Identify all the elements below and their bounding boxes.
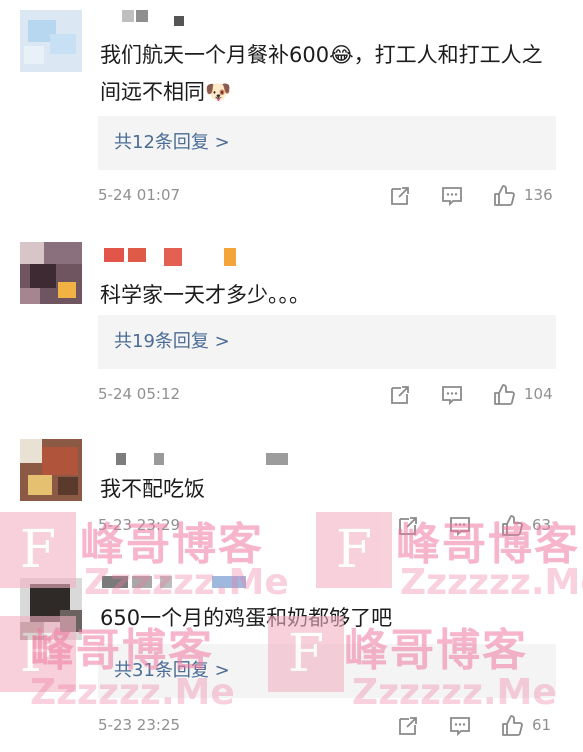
comment-meta: 5-23 23:25 61 — [98, 714, 558, 738]
comment-meta: 5-24 05:12 104 — [98, 383, 558, 407]
like-count: 61 — [532, 716, 552, 734]
share-icon[interactable] — [388, 184, 412, 208]
username-blurred[interactable] — [100, 453, 300, 473]
comment-item: 科学家一天才多少。。。 共19条回复 > 5-24 05:12 104 — [0, 230, 583, 430]
share-icon[interactable] — [396, 514, 420, 538]
comment-icon[interactable] — [440, 184, 464, 208]
comment-item: 我们航天一个月餐补600😂，打工人和打工人之间远不相同🐶 共12条回复 > 5-… — [0, 0, 583, 225]
comment-time: 5-23 23:25 — [98, 716, 181, 734]
comment-time: 5-23 23:29 — [98, 516, 181, 534]
like-count: 63 — [532, 516, 552, 534]
comment-meta: 5-23 23:29 63 — [98, 514, 558, 538]
username-blurred[interactable] — [100, 10, 200, 30]
comment-meta: 5-24 01:07 136 — [98, 184, 558, 208]
comment-item: 650一个月的鸡蛋和奶都够了吧 共31条回复 > 5-23 23:25 61 — [0, 570, 583, 752]
comment-text: 科学家一天才多少。。。 — [100, 283, 310, 307]
username-blurred[interactable] — [100, 576, 250, 596]
comment-text: 650一个月的鸡蛋和奶都够了吧 — [100, 606, 393, 630]
comment-time: 5-24 01:07 — [98, 186, 181, 204]
comment-text: 我们航天一个月餐补600😂，打工人和打工人之间远不相同🐶 — [100, 43, 543, 104]
comment-icon[interactable] — [440, 383, 464, 407]
comment-icon[interactable] — [448, 514, 472, 538]
comment-icon[interactable] — [448, 714, 472, 738]
view-replies-button[interactable]: 共19条回复 > — [98, 315, 556, 369]
avatar[interactable] — [20, 242, 82, 304]
view-replies-button[interactable]: 共12条回复 > — [98, 116, 556, 170]
like-count: 104 — [524, 385, 553, 403]
thumbs-up-icon[interactable] — [500, 514, 524, 538]
comment-item: 我不配吃饭 5-23 23:29 63 — [0, 435, 583, 565]
like-count: 136 — [524, 186, 553, 204]
avatar[interactable] — [20, 439, 82, 501]
thumbs-up-icon[interactable] — [500, 714, 524, 738]
share-icon[interactable] — [396, 714, 420, 738]
avatar[interactable] — [20, 578, 82, 640]
share-icon[interactable] — [388, 383, 412, 407]
thumbs-up-icon[interactable] — [492, 383, 516, 407]
thumbs-up-icon[interactable] — [492, 184, 516, 208]
username-blurred[interactable] — [100, 248, 260, 268]
comment-text: 我不配吃饭 — [100, 477, 205, 501]
comment-time: 5-24 05:12 — [98, 385, 181, 403]
view-replies-button[interactable]: 共31条回复 > — [98, 644, 556, 698]
avatar[interactable] — [20, 10, 82, 72]
